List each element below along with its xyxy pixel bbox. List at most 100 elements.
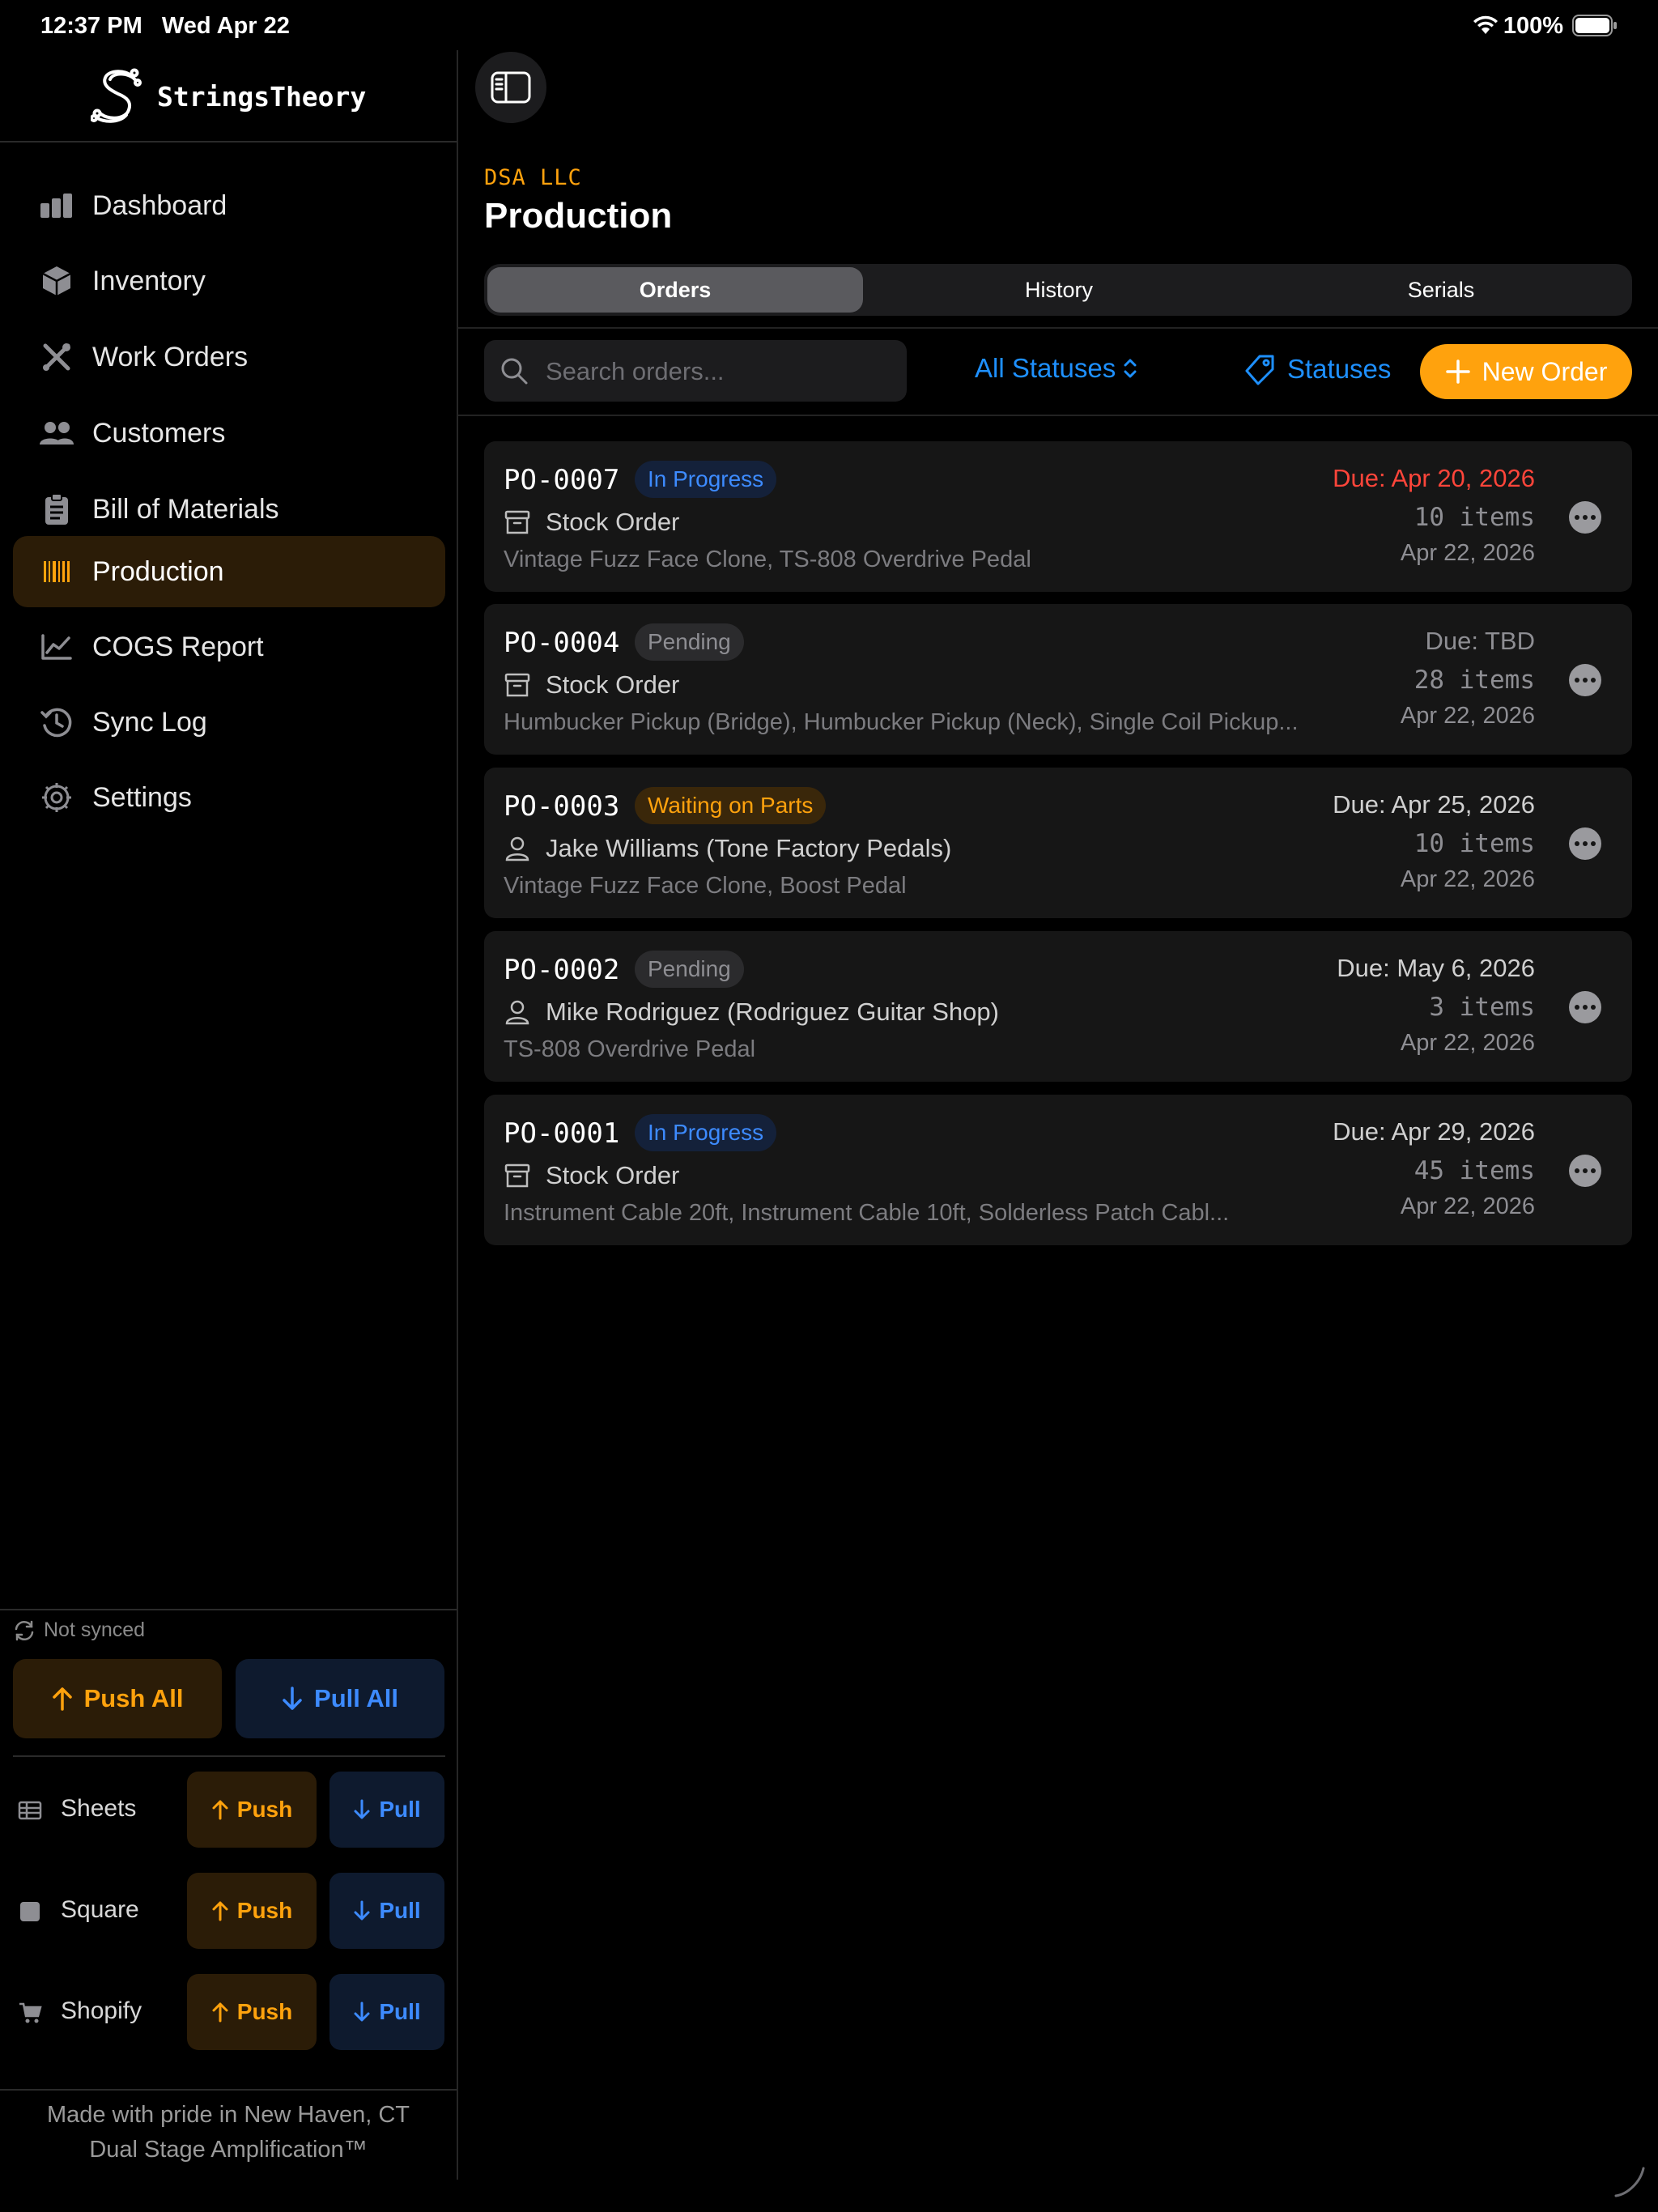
order-item-count: 10 items	[1414, 829, 1535, 858]
archive-box-icon	[504, 508, 531, 536]
square-pull-button[interactable]: Pull	[329, 1873, 444, 1949]
order-card[interactable]: PO-0001 In Progress Stock Order Instrume…	[484, 1095, 1632, 1245]
sidebar-item-inventory[interactable]: Inventory	[13, 245, 445, 317]
person-icon	[504, 998, 531, 1026]
order-card[interactable]: PO-0002 Pending Mike Rodriguez (Rodrigue…	[484, 931, 1632, 1082]
battery-icon	[1572, 15, 1618, 36]
clock-history-icon	[37, 703, 76, 742]
order-items: Vintage Fuzz Face Clone, TS-808 Overdriv…	[504, 547, 1031, 572]
statuses-label: Statuses	[1287, 354, 1392, 384]
order-items: TS-808 Overdrive Pedal	[504, 1036, 756, 1062]
order-item-count: 10 items	[1414, 503, 1535, 532]
sidebar-item-label: Production	[92, 555, 224, 587]
gear-icon	[37, 778, 76, 817]
order-customer: Mike Rodriguez (Rodriguez Guitar Shop)	[546, 998, 999, 1026]
sidebar-item-label: Customers	[92, 417, 226, 449]
square-icon	[18, 1899, 42, 1924]
order-card[interactable]: PO-0003 Waiting on Parts Jake Williams (…	[484, 768, 1632, 918]
archive-box-icon	[504, 671, 531, 699]
person-icon	[504, 835, 531, 862]
sidebar-item-bill-of-materials[interactable]: Bill of Materials	[13, 474, 445, 545]
sidebar-item-label: Sync Log	[92, 706, 207, 738]
order-item-count: 3 items	[1429, 993, 1535, 1022]
order-items: Humbucker Pickup (Bridge), Humbucker Pic…	[504, 709, 1299, 735]
status-filter-label: All Statuses	[975, 353, 1116, 383]
tab-history[interactable]: History	[871, 267, 1247, 313]
divider	[0, 2089, 457, 2091]
sidebar-item-label: Dashboard	[92, 189, 227, 221]
order-due-date: Due: May 6, 2026	[1337, 954, 1535, 982]
sidebar-toggle-icon	[491, 71, 531, 104]
tab-orders[interactable]: Orders	[487, 267, 863, 313]
status-filter-dropdown[interactable]: All Statuses	[975, 353, 1138, 384]
order-due-date: Due: TBD	[1425, 627, 1535, 655]
sidebar-item-label: Inventory	[92, 265, 206, 296]
more-options-icon[interactable]	[1569, 827, 1601, 860]
order-id: PO-0007	[504, 464, 620, 496]
pull-all-button[interactable]: Pull All	[236, 1659, 444, 1738]
sync-row-shopify: Shopify Push Pull	[0, 1974, 457, 2050]
sidebar-item-dashboard[interactable]: Dashboard	[13, 170, 445, 241]
pull-label: Pull	[379, 1797, 421, 1822]
order-created-date: Apr 22, 2026	[1400, 1030, 1535, 1056]
status-badge: Pending	[635, 951, 744, 988]
chart-bar-icon	[37, 186, 76, 225]
arrow-down-icon	[353, 1900, 371, 1921]
status-badge: In Progress	[635, 1114, 777, 1151]
sidebar-item-settings[interactable]: Settings	[13, 762, 445, 833]
search-input[interactable]	[544, 340, 895, 403]
sidebar-item-work-orders[interactable]: Work Orders	[13, 321, 445, 393]
order-id: PO-0004	[504, 627, 620, 659]
more-options-icon[interactable]	[1569, 664, 1601, 696]
more-options-icon[interactable]	[1569, 501, 1601, 534]
new-order-button[interactable]: New Order	[1420, 344, 1632, 399]
people-icon	[37, 414, 76, 453]
wrench-screwdriver-icon	[37, 338, 76, 376]
sync-status-text: Not synced	[44, 1619, 146, 1641]
order-due-date: Due: Apr 29, 2026	[1333, 1117, 1535, 1146]
push-label: Push	[236, 1797, 293, 1822]
shopify-pull-button[interactable]: Pull	[329, 1974, 444, 2050]
order-item-count: 28 items	[1414, 666, 1535, 695]
status-time: 12:37 PM Wed Apr 22	[40, 13, 290, 39]
square-push-button[interactable]: Push	[187, 1873, 317, 1949]
sidebar-item-cogs-report[interactable]: COGS Report	[13, 611, 445, 683]
statuses-button[interactable]: Statuses	[1244, 353, 1391, 385]
brand-logo-icon	[91, 66, 144, 123]
sync-row-label: Square	[61, 1896, 139, 1923]
order-created-date: Apr 22, 2026	[1400, 703, 1535, 729]
order-id: PO-0003	[504, 790, 620, 823]
sheets-push-button[interactable]: Push	[187, 1772, 317, 1848]
order-items: Instrument Cable 20ft, Instrument Cable …	[504, 1200, 1230, 1226]
clipboard-icon	[37, 490, 76, 529]
more-options-icon[interactable]	[1569, 991, 1601, 1023]
sidebar-toggle-button[interactable]	[475, 52, 546, 123]
search-field[interactable]	[484, 340, 907, 403]
footer-trademark: Dual Stage Amplification™	[89, 2137, 368, 2163]
sidebar-item-production[interactable]: Production	[13, 536, 445, 607]
sidebar-item-label: COGS Report	[92, 631, 264, 662]
arrow-up-icon	[211, 1900, 229, 1921]
order-id: PO-0001	[504, 1117, 620, 1150]
arrow-up-icon	[52, 1687, 73, 1711]
sidebar-item-customers[interactable]: Customers	[13, 398, 445, 469]
cube-box-icon	[37, 262, 76, 300]
arrow-down-icon	[353, 2001, 371, 2023]
sidebar-item-sync-log[interactable]: Sync Log	[13, 687, 445, 758]
order-customer: Jake Williams (Tone Factory Pedals)	[546, 834, 952, 862]
sheets-pull-button[interactable]: Pull	[329, 1772, 444, 1848]
order-card[interactable]: PO-0007 In Progress Stock Order Vintage …	[484, 441, 1632, 592]
order-card[interactable]: PO-0004 Pending Stock Order Humbucker Pi…	[484, 604, 1632, 755]
tab-serials[interactable]: Serials	[1253, 267, 1629, 313]
resize-grabber-icon[interactable]	[1611, 2163, 1647, 2199]
shopify-push-button[interactable]: Push	[187, 1974, 317, 2050]
more-options-icon[interactable]	[1569, 1155, 1601, 1187]
sidebar: StringsTheory Dashboard Inventory Work O…	[0, 50, 457, 2180]
divider	[0, 1609, 457, 1610]
status-badge: In Progress	[635, 461, 777, 498]
brand-name: StringsTheory	[157, 81, 367, 113]
arrow-up-icon	[211, 1799, 229, 1820]
pull-label: Pull	[379, 1898, 421, 1923]
push-all-button[interactable]: Push All	[13, 1659, 222, 1738]
order-items: Vintage Fuzz Face Clone, Boost Pedal	[504, 873, 907, 899]
